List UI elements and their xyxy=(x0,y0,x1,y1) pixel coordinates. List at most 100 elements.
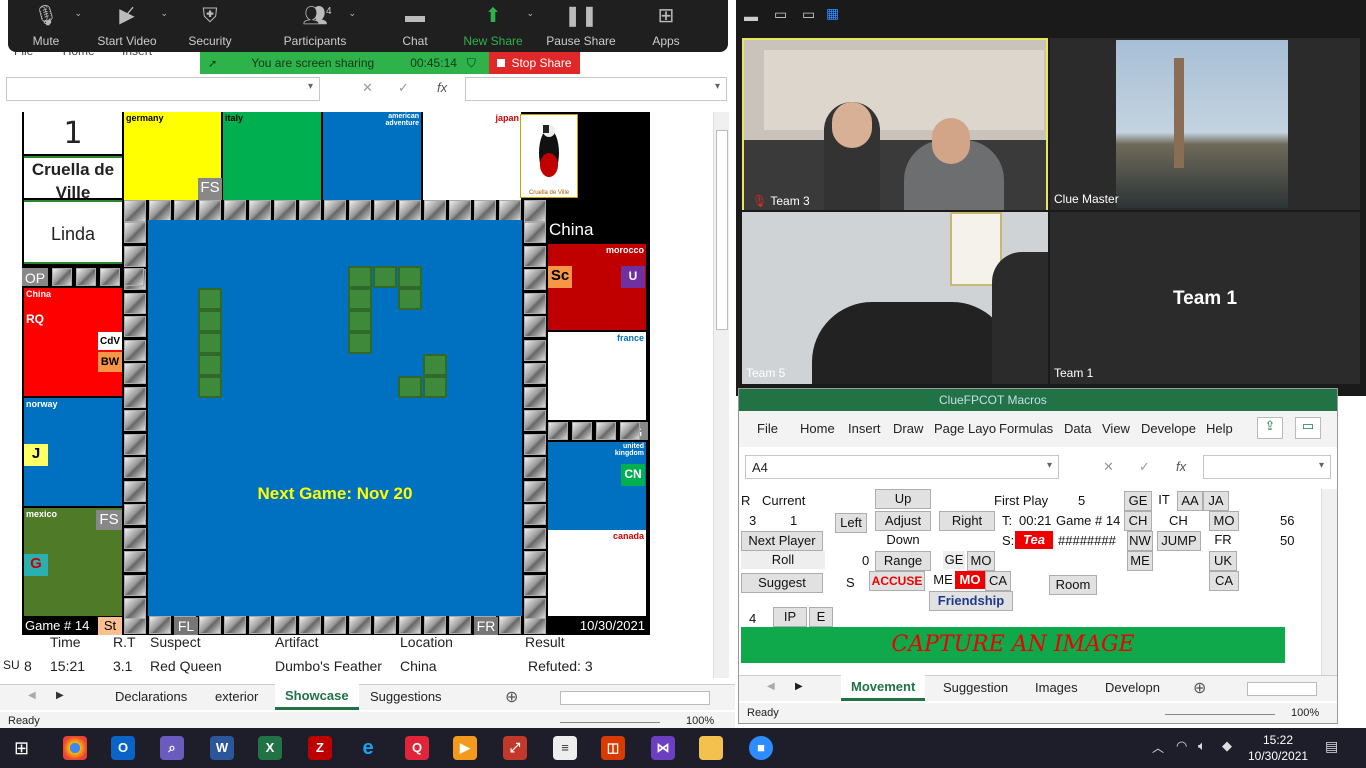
strip-view-icon[interactable]: ▭ xyxy=(802,6,815,23)
share-icon[interactable]: ⇪ xyxy=(1257,417,1283,439)
new-share-button[interactable]: ⬆ ⌄ New Share xyxy=(450,0,536,52)
volume-icon[interactable]: 🔈︎ xyxy=(1198,738,1206,754)
me-button-2[interactable]: ME xyxy=(931,571,955,589)
tab-declarations[interactable]: Declarations xyxy=(115,689,187,704)
cancel-icon[interactable]: ✕ xyxy=(362,80,373,96)
tab-suggestion[interactable]: Suggestion xyxy=(943,680,1008,695)
excel-icon[interactable]: X xyxy=(258,736,282,760)
ca-button[interactable]: CA xyxy=(1209,571,1239,591)
pause-share-button[interactable]: ❚❚ Pause Share xyxy=(536,0,626,52)
comments-icon[interactable]: ▭ xyxy=(1295,417,1321,439)
uk-button[interactable]: UK xyxy=(1209,551,1237,571)
right-button[interactable]: Right xyxy=(939,511,995,531)
name-box[interactable]: A4 ▾ xyxy=(745,455,1059,479)
word-icon[interactable]: W xyxy=(210,736,234,760)
tab-showcase[interactable]: Showcase xyxy=(275,684,359,710)
down-button[interactable]: Down xyxy=(875,531,931,549)
fx-icon[interactable]: fx xyxy=(437,80,447,95)
security-button[interactable]: ⛨ Security xyxy=(170,0,250,52)
fx-icon[interactable]: fx xyxy=(1176,459,1186,474)
q-app-icon[interactable]: Q xyxy=(405,736,429,760)
video-tile-team3[interactable]: 🎙︎ Team 3 xyxy=(742,38,1048,210)
aa-button[interactable]: AA xyxy=(1177,491,1203,511)
zoom-slider-right[interactable] xyxy=(1165,714,1275,715)
ribbon-insert[interactable]: Insert xyxy=(848,421,881,436)
network-icon[interactable]: ◠ xyxy=(1176,738,1187,754)
chrome-icon[interactable] xyxy=(63,736,87,760)
add-sheet-icon[interactable]: ⊕ xyxy=(505,687,518,707)
formula-bar[interactable]: ▾ xyxy=(1203,455,1331,479)
ribbon-help[interactable]: Help xyxy=(1206,421,1233,436)
ribbon-draw[interactable]: Draw xyxy=(893,421,923,436)
name-box[interactable]: ▾ xyxy=(6,77,320,101)
mo-button-2[interactable]: MO xyxy=(967,551,995,571)
mo-button-3[interactable]: MO xyxy=(955,571,985,589)
visual-studio-icon[interactable]: ⋈ xyxy=(651,736,675,760)
video-tile-team5[interactable]: Team 5 xyxy=(742,212,1048,384)
cancel-icon[interactable]: ✕ xyxy=(1103,459,1114,475)
room-button[interactable]: Room xyxy=(1049,575,1097,595)
ribbon-developer[interactable]: Develope xyxy=(1141,421,1196,436)
me-button[interactable]: ME xyxy=(1127,551,1153,571)
tray-chevron-icon[interactable]: ︿ xyxy=(1152,739,1164,756)
vertical-scrollbar[interactable] xyxy=(713,112,729,678)
file-explorer-icon[interactable] xyxy=(699,736,723,760)
horizontal-scrollbar-right[interactable] xyxy=(1247,682,1317,696)
friendship-button[interactable]: Friendship xyxy=(929,591,1013,611)
tab-exterior[interactable]: exterior xyxy=(215,689,258,704)
ch-button[interactable]: CH xyxy=(1124,511,1152,531)
ribbon-page-layout[interactable]: Page Layo xyxy=(934,421,996,436)
horizontal-scrollbar[interactable] xyxy=(560,691,710,705)
enter-icon[interactable]: ✓ xyxy=(1139,459,1150,475)
tab-suggestions[interactable]: Suggestions xyxy=(370,689,442,704)
chart-app-icon[interactable]: ⤢ xyxy=(503,736,527,760)
outlook-icon[interactable]: O xyxy=(111,736,135,760)
app-icon[interactable]: ⌕ xyxy=(160,736,184,760)
roll-button[interactable]: Roll xyxy=(741,551,825,569)
minimize-view-icon[interactable]: ▬ xyxy=(744,8,758,24)
formula-bar[interactable]: ▾ xyxy=(465,77,727,101)
speaker-view-icon[interactable]: ▭ xyxy=(774,6,787,23)
clock[interactable]: 15:22 10/30/2021 xyxy=(1248,732,1308,764)
ge-button-2[interactable]: GE xyxy=(943,551,965,569)
next-player-button[interactable]: Next Player xyxy=(741,531,823,551)
filezilla-icon[interactable]: Z xyxy=(308,736,332,760)
prev-sheet-icon[interactable]: ◀ xyxy=(28,690,36,701)
it-button[interactable]: IT xyxy=(1153,491,1175,509)
mute-button[interactable]: 🎙︎ ⌄ Mute xyxy=(8,0,84,52)
video-tile-clue-master[interactable]: Clue Master xyxy=(1050,38,1360,210)
next-sheet-icon[interactable]: ▶ xyxy=(795,681,803,692)
office-icon[interactable]: ◫ xyxy=(601,736,625,760)
windows-start-icon[interactable]: ⊞ xyxy=(14,738,34,758)
adjust-button[interactable]: Adjust xyxy=(875,511,931,531)
fr-button[interactable]: FR xyxy=(1209,531,1237,549)
ie-icon[interactable]: e xyxy=(356,736,380,760)
video-tile-team1[interactable]: Team 1 Team 1 xyxy=(1050,212,1360,384)
apps-button[interactable]: ⊞ Apps xyxy=(626,0,706,52)
zoom-icon[interactable]: ■ xyxy=(749,736,773,760)
chat-button[interactable]: ▬ Chat xyxy=(380,0,450,52)
add-sheet-icon[interactable]: ⊕ xyxy=(1193,678,1206,698)
ribbon-file[interactable]: File xyxy=(757,421,778,436)
tab-images[interactable]: Images xyxy=(1035,680,1078,695)
ja-button[interactable]: JA xyxy=(1203,491,1229,511)
jump-button[interactable]: JUMP xyxy=(1157,531,1201,551)
suggest-button[interactable]: Suggest xyxy=(741,573,823,593)
vertical-scrollbar-right[interactable] xyxy=(1321,489,1337,675)
left-button[interactable]: Left xyxy=(835,513,867,533)
accuse-button[interactable]: ACCUSE xyxy=(869,571,925,591)
up-button[interactable]: Up xyxy=(875,489,931,509)
stop-share-button[interactable]: Stop Share xyxy=(489,52,580,74)
ribbon-data[interactable]: Data xyxy=(1064,421,1091,436)
enter-icon[interactable]: ✓ xyxy=(398,80,409,96)
range-button[interactable]: Range xyxy=(875,551,931,571)
gallery-view-icon[interactable]: ▦ xyxy=(826,5,839,22)
mo-button[interactable]: MO xyxy=(1209,511,1239,531)
participants-button[interactable]: 👥︎ 4 ⌄ Participants xyxy=(250,0,380,52)
tab-developer[interactable]: Developn xyxy=(1105,680,1160,695)
next-sheet-icon[interactable]: ▶ xyxy=(56,690,64,701)
capture-image-banner[interactable]: CAPTURE AN IMAGE xyxy=(741,627,1285,663)
ribbon-formulas[interactable]: Formulas xyxy=(999,421,1053,436)
e-button[interactable]: E xyxy=(809,607,833,627)
ca-button-2[interactable]: CA xyxy=(985,571,1011,591)
